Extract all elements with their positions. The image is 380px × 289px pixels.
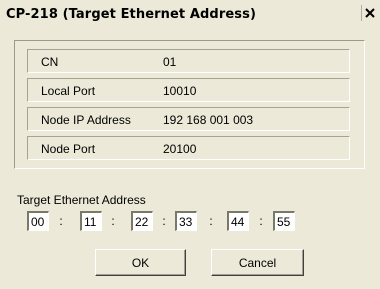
info-value-node-port: 20100 (163, 142, 197, 156)
octet-6-input[interactable] (273, 211, 295, 231)
octet-2-input[interactable] (80, 211, 102, 231)
octet-separator: : (111, 214, 115, 228)
info-row-node-port: Node Port 20100 (27, 136, 350, 160)
window-title: CP-218 (Target Ethernet Address) (6, 7, 256, 22)
info-value-local-port: 10010 (163, 84, 197, 98)
octet-separator: : (59, 214, 63, 228)
info-label-node-port: Node Port (41, 142, 96, 156)
close-button[interactable] (361, 5, 377, 21)
cancel-button[interactable]: Cancel (211, 249, 304, 276)
octet-4-input[interactable] (175, 211, 197, 231)
info-label-local-port: Local Port (41, 84, 96, 98)
info-row-cn: CN 01 (27, 49, 350, 73)
info-label-cn: CN (41, 55, 59, 69)
target-address-label: Target Ethernet Address (17, 193, 146, 207)
ok-button[interactable]: OK (95, 249, 186, 276)
info-label-node-ip: Node IP Address (41, 113, 131, 127)
info-value-node-ip: 192 168 001 003 (163, 113, 254, 127)
title-bar[interactable]: CP-218 (Target Ethernet Address) (0, 0, 380, 27)
dialog-window: CP-218 (Target Ethernet Address) CN 01 L… (0, 0, 380, 289)
info-value-cn: 01 (163, 55, 177, 69)
octet-separator: : (162, 214, 166, 228)
octet-3-input[interactable] (131, 211, 153, 231)
info-row-node-ip: Node IP Address 192 168 001 003 (27, 107, 350, 131)
close-icon (364, 8, 375, 18)
octet-1-input[interactable] (27, 211, 49, 231)
info-row-local-port: Local Port 10010 (27, 78, 350, 102)
octet-separator: : (209, 214, 213, 228)
info-panel: CN 01 Local Port 10010 Node IP Address 1… (14, 40, 365, 169)
octet-separator: : (259, 214, 263, 228)
octet-5-input[interactable] (227, 211, 249, 231)
